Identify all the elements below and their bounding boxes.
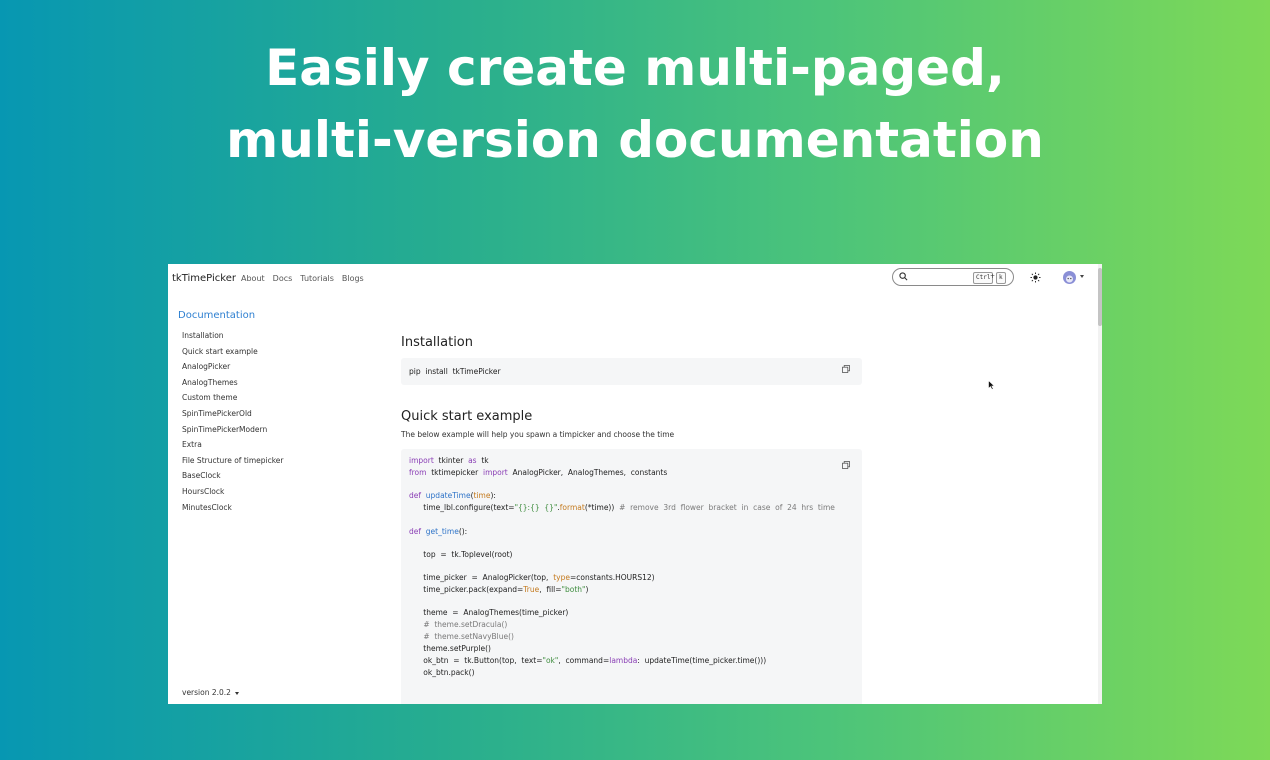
brand-link[interactable]: tkTimePicker: [172, 273, 236, 284]
search-input[interactable]: [911, 271, 971, 283]
sidebar-item-baseclock[interactable]: BaseClock: [182, 471, 284, 487]
quick-start-description: The below example will help you spawn a …: [401, 430, 675, 439]
code-line: time_picker.pack(expand=True, fill="both…: [409, 585, 589, 594]
copy-icon[interactable]: [842, 461, 850, 469]
headline-line-2: multi-version documentation: [226, 111, 1044, 169]
sidebar-item-installation[interactable]: Installation: [182, 331, 284, 347]
code-line: time_picker = AnalogPicker(top, type=con…: [409, 573, 655, 582]
version-selector[interactable]: version 2.0.2: [182, 688, 239, 697]
headline-line-1: Easily create multi-paged,: [265, 39, 1005, 97]
quick-start-heading: Quick start example: [401, 409, 533, 424]
sidebar-title[interactable]: Documentation: [178, 310, 255, 321]
code-line: time_lbl.configure(text="{}:{} {}".forma…: [409, 503, 835, 512]
copy-icon[interactable]: [842, 365, 850, 373]
sidebar-item-analogthemes[interactable]: AnalogThemes: [182, 378, 284, 394]
sidebar-item-extra[interactable]: Extra: [182, 440, 284, 456]
avatar-icon[interactable]: [1063, 271, 1076, 284]
code-line: ok_btn = tk.Button(top, text="ok", comma…: [409, 656, 767, 665]
code-line: theme.setPurple(): [409, 644, 491, 653]
sidebar-item-quick-start[interactable]: Quick start example: [182, 347, 284, 363]
code-line: import tkinter as tk: [409, 456, 489, 465]
code-line: top = tk.Toplevel(root): [409, 550, 513, 559]
code-line: ok_btn.pack(): [409, 668, 475, 677]
code-line: from tktimepicker import AnalogPicker, A…: [409, 468, 668, 477]
install-code-block: pip install tkTimePicker: [401, 358, 862, 385]
mouse-cursor-icon: [988, 380, 995, 390]
sidebar-item-spintimepickermodern[interactable]: SpinTimePickerModern: [182, 425, 284, 441]
search-box[interactable]: Ctrl + k: [892, 268, 1014, 286]
nav-link-blogs[interactable]: Blogs: [342, 274, 364, 283]
navbar: tkTimePicker About Docs Tutorials Blogs …: [168, 264, 1102, 294]
code-line: theme = AnalogThemes(time_picker): [409, 608, 569, 617]
install-command: pip install tkTimePicker: [409, 367, 501, 376]
nav-links: About Docs Tutorials Blogs: [241, 274, 364, 283]
chevron-down-icon: [234, 691, 239, 695]
avatar-face-icon: [1066, 275, 1073, 283]
code-line: def updateTime(time):: [409, 491, 496, 500]
scrollbar[interactable]: [1098, 264, 1102, 704]
nav-link-docs[interactable]: Docs: [273, 274, 293, 283]
avatar-dropdown-icon[interactable]: [1080, 275, 1084, 278]
docs-screenshot: tkTimePicker About Docs Tutorials Blogs …: [168, 264, 1102, 704]
shortcut-key-k: k: [996, 272, 1006, 284]
sidebar-item-file-structure[interactable]: File Structure of timepicker: [182, 456, 284, 472]
sidebar-item-spintimepickerold[interactable]: SpinTimePickerOld: [182, 409, 284, 425]
sidebar-item-analogpicker[interactable]: AnalogPicker: [182, 362, 284, 378]
sidebar-item-custom-theme[interactable]: Custom theme: [182, 393, 284, 409]
nav-link-about[interactable]: About: [241, 274, 265, 283]
scrollbar-thumb[interactable]: [1098, 268, 1102, 326]
code-line: # theme.setNavyBlue(): [423, 632, 514, 641]
headline: Easily create multi-paged, multi-version…: [0, 32, 1270, 176]
sidebar-item-hoursclock[interactable]: HoursClock: [182, 487, 284, 503]
nav-link-tutorials[interactable]: Tutorials: [300, 274, 334, 283]
version-label: version 2.0.2: [182, 688, 231, 697]
code-line: def get_time():: [409, 527, 468, 536]
search-icon: [899, 272, 908, 281]
quick-start-code-block: import tkinter as tk from tktimepicker i…: [401, 449, 862, 704]
sidebar-item-minutesclock[interactable]: MinutesClock: [182, 503, 284, 519]
shortcut-plus: +: [990, 273, 996, 280]
code-line: # theme.setDracula(): [423, 620, 508, 629]
sun-icon[interactable]: [1030, 272, 1041, 283]
installation-heading: Installation: [401, 335, 474, 350]
sidebar-nav: Installation Quick start example AnalogP…: [182, 331, 284, 518]
